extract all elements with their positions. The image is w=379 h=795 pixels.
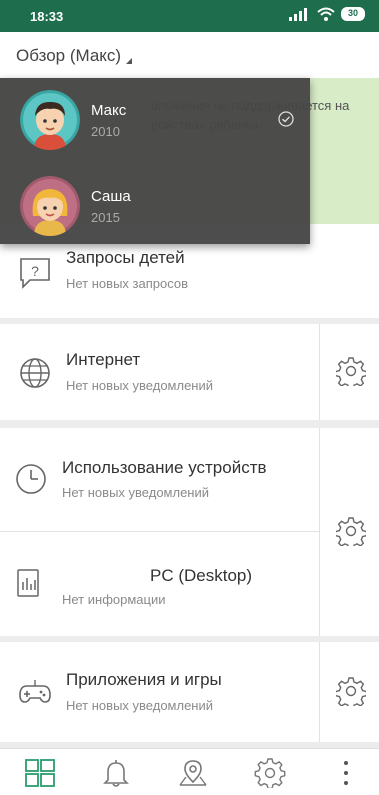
child-year: 2010 xyxy=(91,124,120,139)
internet-card[interactable]: Интернет Нет новых уведомлений xyxy=(0,324,379,420)
child-item-sasha[interactable]: Саша 2015 xyxy=(0,164,310,244)
signal-icon xyxy=(289,8,307,21)
internet-subtitle: Нет новых уведомлений xyxy=(66,378,213,393)
child-name: Саша xyxy=(91,188,131,205)
apps-settings-button[interactable] xyxy=(319,642,379,742)
check-circle-icon xyxy=(278,111,294,127)
child-selector[interactable]: Обзор (Макс) xyxy=(16,46,121,66)
device-usage-title: Использование устройств xyxy=(62,458,267,477)
device-usage-settings-button[interactable] xyxy=(319,428,379,636)
child-name: Макс xyxy=(91,102,127,119)
internet-title: Интернет xyxy=(66,350,141,369)
device-usage-card[interactable]: Использование устройств Нет новых уведом… xyxy=(0,428,379,636)
dropdown-caret-icon[interactable] xyxy=(126,58,132,64)
more-icon[interactable] xyxy=(330,758,362,788)
apps-row[interactable]: Приложения и игры Нет новых уведомлений xyxy=(0,642,320,742)
requests-title: Запросы детей xyxy=(66,248,185,267)
boy-avatar-icon xyxy=(20,90,80,150)
child-item-maks[interactable]: Макс 2010 xyxy=(0,78,310,158)
child-year: 2015 xyxy=(91,210,120,225)
settings-icon[interactable] xyxy=(254,758,286,788)
status-icons: 30 xyxy=(289,7,365,21)
globe-icon xyxy=(20,358,50,388)
dashboard-icon[interactable] xyxy=(24,758,56,788)
gear-icon xyxy=(336,357,366,386)
pc-title: PC (Desktop) xyxy=(150,566,253,585)
child-dropdown-menu: Макс 2010 Саша 2015 xyxy=(0,78,310,244)
status-time: 18:33 xyxy=(30,9,64,24)
pc-device-icon xyxy=(17,569,39,597)
apps-title: Приложения и игры xyxy=(66,670,222,689)
apps-card[interactable]: Приложения и игры Нет новых уведомлений xyxy=(0,642,379,742)
device-usage-row[interactable]: Использование устройств Нет новых уведом… xyxy=(0,428,320,531)
girl-avatar-icon xyxy=(20,176,80,236)
clock-icon xyxy=(16,464,46,494)
device-usage-subtitle: Нет новых уведомлений xyxy=(62,485,209,500)
status-bar: 18:33 30 xyxy=(0,0,379,32)
pc-subtitle: Нет информации xyxy=(62,592,166,607)
question-chat-icon: ? xyxy=(20,258,50,289)
app-bar: Обзор (Макс) xyxy=(0,32,379,78)
battery-icon: 30 xyxy=(341,7,365,21)
requests-subtitle: Нет новых запросов xyxy=(66,276,188,291)
gear-icon xyxy=(336,677,366,706)
gamepad-icon xyxy=(19,680,51,703)
bell-icon[interactable] xyxy=(100,758,132,788)
location-icon[interactable] xyxy=(177,758,209,788)
apps-subtitle: Нет новых уведомлений xyxy=(66,698,213,713)
gear-icon xyxy=(336,517,366,546)
svg-text:?: ? xyxy=(31,263,39,279)
wifi-icon xyxy=(317,7,335,21)
bottom-navigation xyxy=(0,748,379,795)
internet-settings-button[interactable] xyxy=(319,324,379,420)
pc-row[interactable]: PC (Desktop) Нет информации xyxy=(0,532,320,636)
internet-row[interactable]: Интернет Нет новых уведомлений xyxy=(0,324,320,420)
